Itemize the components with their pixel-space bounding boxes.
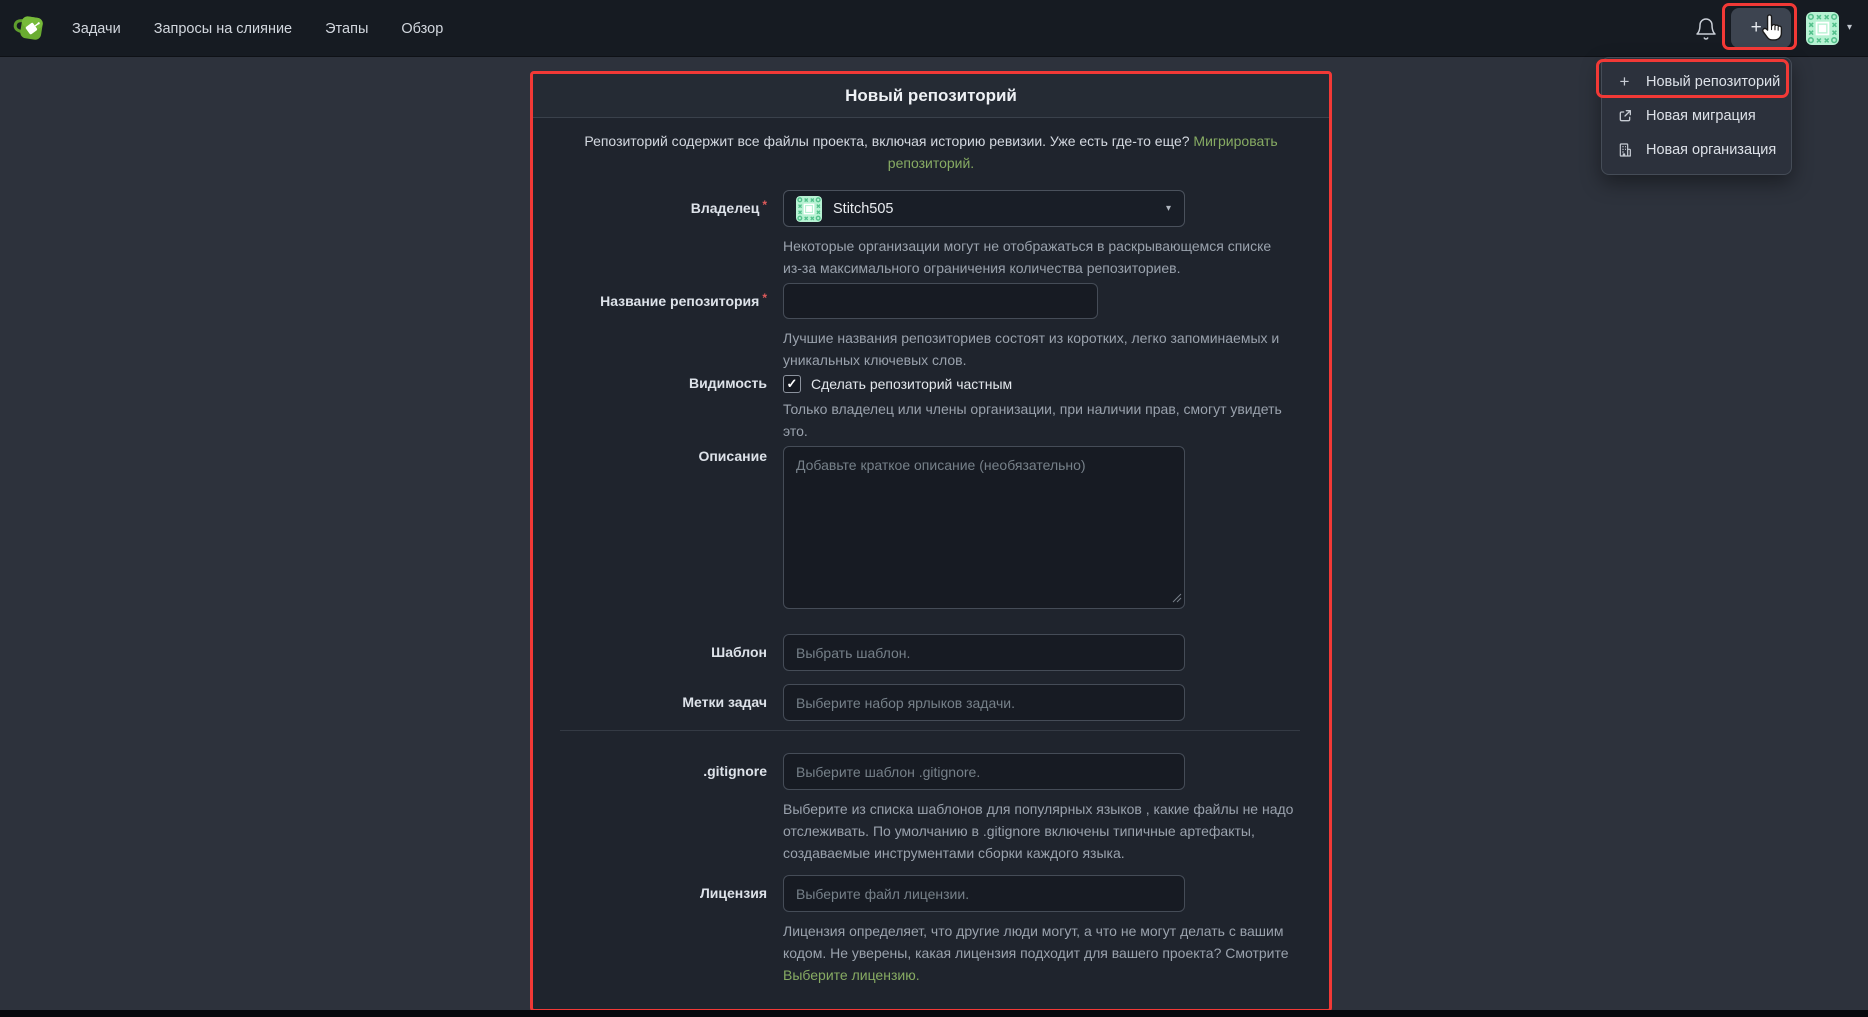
owner-row: Владелец*	[533, 190, 1329, 279]
menu-item-new-repository[interactable]: + Новый репозиторий	[1602, 65, 1791, 99]
user-menu-caret-icon[interactable]: ▾	[1847, 22, 1852, 33]
create-new-button[interactable]: + ▾	[1731, 8, 1791, 48]
visibility-label: Видимость	[533, 373, 783, 442]
menu-item-label: Новая организация	[1646, 142, 1776, 158]
gitea-logo[interactable]	[13, 10, 49, 46]
owner-avatar	[796, 196, 822, 222]
required-asterisk: *	[762, 198, 767, 212]
migrate-icon	[1616, 108, 1633, 125]
private-checkbox[interactable]: ✓	[783, 375, 801, 393]
form-intro: Репозиторий содержит все файлы проекта, …	[533, 130, 1329, 174]
gitignore-help: Выберите из списка шаблонов для популярн…	[783, 798, 1253, 864]
required-asterisk: *	[762, 291, 767, 305]
plus-icon: +	[1751, 17, 1762, 39]
notifications-bell-icon[interactable]	[1694, 17, 1718, 41]
license-row: Лицензия Лицензия определяет, что другие…	[533, 875, 1329, 986]
owner-select[interactable]: Stitch505 ▾	[783, 190, 1185, 227]
private-checkbox-label[interactable]: Сделать репозиторий частным	[811, 376, 1012, 392]
description-textarea[interactable]	[783, 446, 1185, 609]
nav-item-issues[interactable]: Задачи	[72, 21, 121, 37]
menu-item-label: Новый репозиторий	[1646, 74, 1780, 90]
license-input[interactable]	[783, 875, 1185, 912]
top-navbar: Задачи Запросы на слияние Этапы Обзор + …	[0, 0, 1868, 57]
form-header: Новый репозиторий	[533, 74, 1329, 118]
repo-name-input[interactable]	[783, 283, 1098, 319]
license-help: Лицензия определяет, что другие люди мог…	[783, 920, 1253, 986]
navbar-links: Задачи Запросы на слияние Этапы Обзор	[72, 0, 443, 57]
plus-icon: +	[1616, 74, 1633, 91]
visibility-row: Видимость ✓ Сделать репозиторий частным …	[533, 373, 1329, 442]
template-row: Шаблон	[533, 634, 1329, 671]
new-repository-form: Новый репозиторий Репозиторий содержит в…	[530, 71, 1332, 1012]
owner-label: Владелец*	[533, 190, 783, 279]
chevron-down-icon: ▾	[1767, 24, 1772, 35]
chevron-down-icon: ▾	[1166, 203, 1171, 214]
template-label: Шаблон	[533, 634, 783, 671]
create-dropdown-menu: + Новый репозиторий Новая миграция Новая…	[1601, 57, 1792, 175]
section-divider	[560, 730, 1300, 731]
issue-labels-input[interactable]	[783, 684, 1185, 721]
description-label: Описание	[533, 446, 783, 614]
bottom-strip	[0, 1010, 1868, 1017]
organization-icon	[1616, 142, 1633, 159]
user-avatar[interactable]	[1806, 12, 1839, 45]
nav-item-milestones[interactable]: Этапы	[325, 21, 368, 37]
menu-item-new-organization[interactable]: Новая организация	[1602, 133, 1791, 167]
issue-labels-label: Метки задач	[533, 684, 783, 721]
resize-handle-icon[interactable]	[1172, 590, 1182, 608]
description-row: Описание	[533, 446, 1329, 614]
nav-item-explore[interactable]: Обзор	[401, 21, 443, 37]
menu-item-new-migration[interactable]: Новая миграция	[1602, 99, 1791, 133]
menu-item-label: Новая миграция	[1646, 108, 1756, 124]
owner-help: Некоторые организации могут не отображат…	[783, 235, 1253, 279]
intro-text: Репозиторий содержит все файлы проекта, …	[584, 133, 1189, 149]
license-label: Лицензия	[533, 875, 783, 986]
visibility-help: Только владелец или члены организации, п…	[783, 398, 1253, 442]
repo-name-label: Название репозитория*	[533, 283, 783, 371]
migrate-repository-link[interactable]: репозиторий.	[888, 155, 974, 171]
gitignore-input[interactable]	[783, 753, 1185, 790]
page-title: Новый репозиторий	[845, 86, 1017, 106]
choose-license-link[interactable]: Выберите лицензию.	[783, 967, 920, 983]
gitignore-row: .gitignore Выберите из списка шаблонов д…	[533, 753, 1329, 864]
migrate-repository-link[interactable]: Мигрировать	[1193, 133, 1277, 149]
owner-value: Stitch505	[833, 201, 893, 217]
gitignore-label: .gitignore	[533, 753, 783, 864]
issue-labels-row: Метки задач	[533, 684, 1329, 721]
repo-name-row: Название репозитория* Лучшие названия ре…	[533, 283, 1329, 371]
nav-item-pull-requests[interactable]: Запросы на слияние	[154, 21, 292, 37]
repo-name-help: Лучшие названия репозиториев состоят из …	[783, 327, 1253, 371]
template-input[interactable]	[783, 634, 1185, 671]
